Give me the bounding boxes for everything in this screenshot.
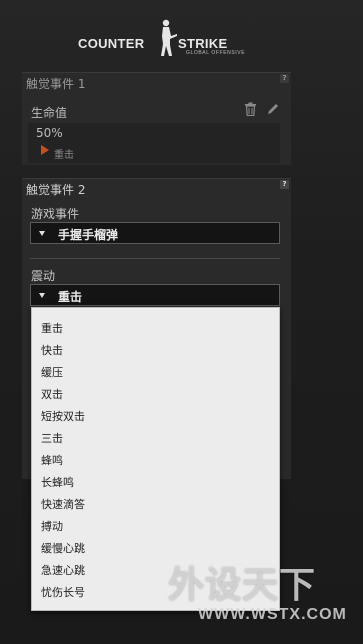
- haptic-event-2-title: 触觉事件 2: [26, 183, 86, 197]
- dropdown-option[interactable]: 快速滴答: [41, 496, 85, 512]
- chevron-down-icon: [39, 293, 45, 298]
- dropdown-option[interactable]: 忧伤长号: [41, 584, 85, 600]
- dropdown-option[interactable]: 急速心跳: [41, 562, 85, 578]
- watermark-url: WWW.WSTX.COM: [198, 606, 347, 623]
- game-event-select[interactable]: 手握手榴弹: [30, 222, 280, 244]
- effect-name: 重击: [54, 150, 74, 161]
- vibration-value: 重击: [58, 290, 83, 304]
- help-icon[interactable]: ?: [280, 74, 289, 83]
- trash-icon[interactable]: [244, 102, 257, 116]
- game-logo: COUNTER STRIKE GLOBAL OFFENSIVE: [0, 10, 363, 60]
- haptic-event-1-panel: 触觉事件 1 ? 生命值 50% 重击: [22, 72, 291, 165]
- logo-subtitle: GLOBAL OFFENSIVE: [186, 50, 246, 56]
- game-event-label: 游戏事件: [31, 207, 80, 221]
- vibration-select[interactable]: 重击: [30, 284, 280, 306]
- watermark-text: 外设天下: [168, 565, 317, 606]
- health-value: 50%: [36, 126, 63, 140]
- chevron-down-icon: [39, 231, 45, 236]
- logo-text-left: COUNTER: [78, 36, 145, 51]
- dropdown-option[interactable]: 快击: [41, 342, 63, 358]
- dropdown-option[interactable]: 短按双击: [41, 408, 85, 424]
- logo-text-right: STRIKE: [178, 36, 228, 51]
- dropdown-option[interactable]: 搏动: [41, 518, 63, 534]
- health-event-box[interactable]: 50% 重击: [28, 123, 280, 163]
- dropdown-option[interactable]: 蜂鸣: [41, 452, 63, 468]
- game-event-value: 手握手榴弹: [58, 228, 119, 242]
- dropdown-option[interactable]: 缓压: [41, 364, 63, 380]
- help-icon[interactable]: ?: [280, 180, 289, 189]
- pencil-icon[interactable]: [266, 102, 279, 116]
- dropdown-option[interactable]: 双击: [41, 386, 63, 402]
- dropdown-option[interactable]: 缓慢心跳: [41, 540, 85, 556]
- dropdown-option[interactable]: 三击: [41, 430, 63, 446]
- divider: [30, 258, 280, 259]
- vibration-label: 震动: [31, 269, 56, 283]
- health-label: 生命值: [31, 106, 68, 120]
- soldier-silhouette-icon: [161, 19, 177, 56]
- play-icon[interactable]: [41, 145, 49, 155]
- haptic-event-1-title: 触觉事件 1: [26, 77, 86, 91]
- dropdown-option[interactable]: 长蜂鸣: [41, 474, 74, 490]
- dropdown-option[interactable]: 重击: [41, 320, 63, 336]
